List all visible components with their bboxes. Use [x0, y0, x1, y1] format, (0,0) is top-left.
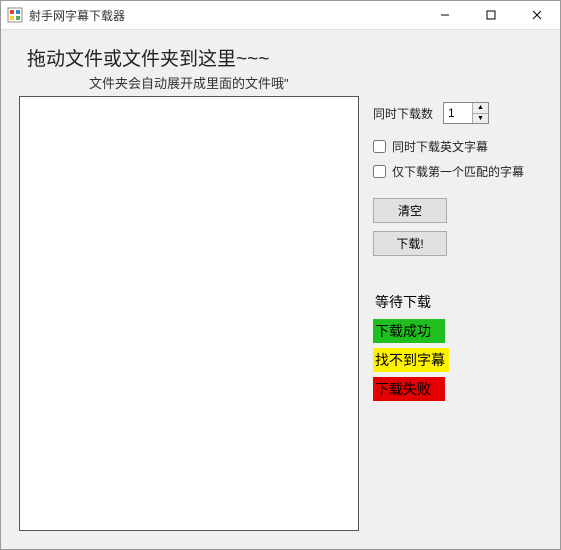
titlebar: 射手网字幕下载器	[1, 1, 560, 30]
content-area: 拖动文件或文件夹到这里~~~ 文件夹会自动展开成里面的文件哦" 同时下载数 ▲ …	[1, 30, 560, 549]
checkbox-firstmatch-row: 仅下载第一个匹配的字幕	[373, 163, 542, 180]
legend-waiting: 等待下载	[373, 290, 445, 314]
file-drop-area[interactable]	[19, 96, 359, 531]
main-row: 同时下载数 ▲ ▼ 同时下载英文字幕 仅下载第一个匹配的字幕	[19, 96, 542, 531]
app-window: 射手网字幕下载器 拖动文件或文件夹到这里~~~ 文件夹会自动展开成里面的文件哦"…	[0, 0, 561, 550]
status-legend: 等待下载 下载成功 找不到字幕 下载失败	[373, 290, 542, 406]
checkbox-english-row: 同时下载英文字幕	[373, 138, 542, 155]
checkbox-english-label: 同时下载英文字幕	[392, 138, 488, 155]
drop-subheading: 文件夹会自动展开成里面的文件哦"	[89, 73, 542, 92]
titlebar-buttons	[422, 1, 560, 29]
legend-success: 下载成功	[373, 319, 445, 343]
legend-notfound: 找不到字幕	[373, 348, 449, 372]
checkbox-firstmatch-label: 仅下载第一个匹配的字幕	[392, 163, 524, 180]
minimize-button[interactable]	[422, 1, 468, 29]
checkbox-firstmatch[interactable]	[373, 165, 386, 178]
spinner-buttons: ▲ ▼	[472, 103, 488, 123]
maximize-button[interactable]	[468, 1, 514, 29]
concurrent-spinner: ▲ ▼	[443, 102, 489, 124]
button-stack: 清空 下载!	[373, 198, 447, 256]
concurrent-row: 同时下载数 ▲ ▼	[373, 102, 542, 124]
concurrent-input[interactable]	[444, 103, 472, 123]
concurrent-label: 同时下载数	[373, 105, 433, 122]
side-panel: 同时下载数 ▲ ▼ 同时下载英文字幕 仅下载第一个匹配的字幕	[373, 96, 542, 531]
download-button[interactable]: 下载!	[373, 231, 447, 256]
app-icon	[7, 7, 23, 23]
checkbox-english[interactable]	[373, 140, 386, 153]
legend-failed: 下载失败	[373, 377, 445, 401]
window-title: 射手网字幕下载器	[29, 7, 422, 24]
spinner-down-button[interactable]: ▼	[473, 114, 488, 124]
clear-button[interactable]: 清空	[373, 198, 447, 223]
close-button[interactable]	[514, 1, 560, 29]
drop-heading: 拖动文件或文件夹到这里~~~	[27, 44, 542, 71]
spinner-up-button[interactable]: ▲	[473, 103, 488, 114]
